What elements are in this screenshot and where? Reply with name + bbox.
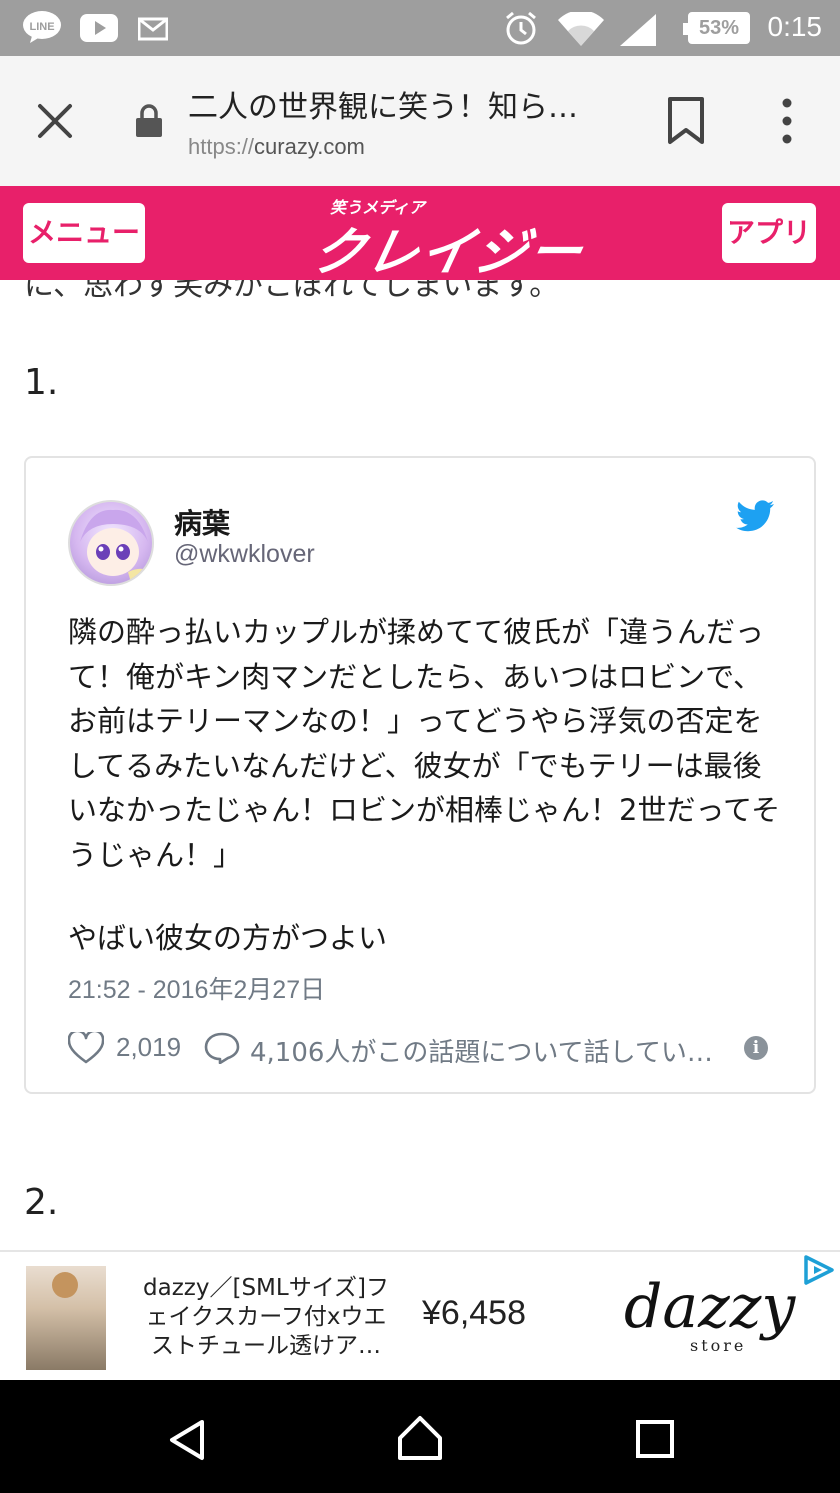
more-vert-icon bbox=[782, 98, 792, 144]
youtube-icon bbox=[80, 14, 118, 46]
ad-brand-sub: store bbox=[690, 1336, 747, 1355]
home-icon[interactable] bbox=[396, 1414, 444, 1466]
info-icon[interactable]: i bbox=[744, 1036, 768, 1060]
adchoices-icon[interactable] bbox=[802, 1254, 836, 1290]
like-count[interactable]: 2,019 bbox=[116, 1032, 181, 1063]
site-header: メニュー 笑うメディア クレイジー アプリ bbox=[0, 186, 840, 283]
mail-icon bbox=[137, 12, 169, 46]
tweet-author-handle[interactable]: @wkwklover bbox=[174, 540, 315, 569]
line-icon: LINE bbox=[22, 10, 62, 48]
bookmark-button[interactable] bbox=[664, 96, 708, 150]
item-number-1: 1. bbox=[24, 362, 59, 403]
tweet-timestamp[interactable]: 21:52 - 2016年2月27日 bbox=[68, 970, 325, 1006]
tweet-text-closing: やばい彼女の方がつよい bbox=[68, 921, 388, 955]
avatar[interactable] bbox=[68, 500, 154, 586]
speech-bubble-icon[interactable] bbox=[204, 1032, 240, 1068]
site-logo[interactable]: クレイジー bbox=[306, 210, 592, 285]
back-icon[interactable] bbox=[164, 1416, 212, 1468]
menu-button[interactable]: メニュー bbox=[23, 203, 145, 263]
bookmark-icon bbox=[668, 97, 704, 144]
embedded-tweet[interactable]: 病葉 @wkwklover 隣の酔っ払いカップルが揉めてて彼氏が「違うんだって！… bbox=[24, 456, 816, 1094]
twitter-logo-icon[interactable] bbox=[736, 500, 774, 536]
battery-indicator: 53% bbox=[683, 12, 750, 44]
alarm-icon bbox=[504, 10, 538, 50]
lock-icon bbox=[134, 104, 164, 142]
tweet-author-name[interactable]: 病葉 bbox=[174, 502, 230, 542]
conversation-link[interactable]: 4,106人がこの話題について話してい… bbox=[250, 1032, 738, 1069]
tweet-actions: 2,019 4,106人がこの話題について話してい… i bbox=[67, 1029, 768, 1069]
ad-price[interactable]: ¥6,458 bbox=[422, 1294, 526, 1333]
recent-apps-icon[interactable] bbox=[636, 1420, 674, 1462]
article-content: に、思わず笑みがこぼれてしまいます。 1. 病葉 @wkwklover 隣の酔っ… bbox=[0, 280, 840, 1250]
ad-banner[interactable]: dazzy／[SMLサイズ]フェイクスカーフ付xウエストチュール透けア… ¥6,… bbox=[0, 1250, 840, 1380]
page-url[interactable]: https://curazy.com bbox=[188, 134, 365, 160]
ad-brand-logo[interactable]: dazzy bbox=[624, 1272, 795, 1342]
system-navigation-bar bbox=[0, 1380, 840, 1493]
ad-product-image[interactable] bbox=[26, 1266, 106, 1370]
signal-icon bbox=[620, 14, 656, 50]
status-bar: LINE 53% 0:15 bbox=[0, 0, 840, 56]
browser-toolbar: 二人の世界観に笑う！知ら… https://curazy.com bbox=[0, 56, 840, 186]
more-options-button[interactable] bbox=[772, 96, 802, 150]
svg-text:LINE: LINE bbox=[29, 21, 54, 33]
page-title[interactable]: 二人の世界観に笑う！知ら… bbox=[188, 82, 578, 126]
heart-icon[interactable] bbox=[67, 1029, 105, 1068]
url-scheme: https:// bbox=[188, 134, 255, 159]
avatar-illustration bbox=[74, 509, 152, 584]
tweet-text: 隣の酔っ払いカップルが揉めてて彼氏が「違うんだって！俺がキン肉マンだとしたら、あ… bbox=[68, 615, 781, 872]
ad-product-description[interactable]: dazzy／[SMLサイズ]フェイクスカーフ付xウエストチュール透けア… bbox=[138, 1274, 394, 1361]
close-tab-button[interactable] bbox=[30, 96, 80, 146]
item-number-2: 2. bbox=[24, 1182, 59, 1223]
status-time: 0:15 bbox=[767, 11, 823, 42]
wifi-icon bbox=[558, 10, 604, 50]
app-button[interactable]: アプリ bbox=[722, 203, 816, 263]
article-paragraph: に、思わず笑みがこぼれてしまいます。 bbox=[24, 280, 560, 303]
url-host: curazy.com bbox=[254, 134, 365, 159]
close-icon bbox=[38, 104, 72, 138]
